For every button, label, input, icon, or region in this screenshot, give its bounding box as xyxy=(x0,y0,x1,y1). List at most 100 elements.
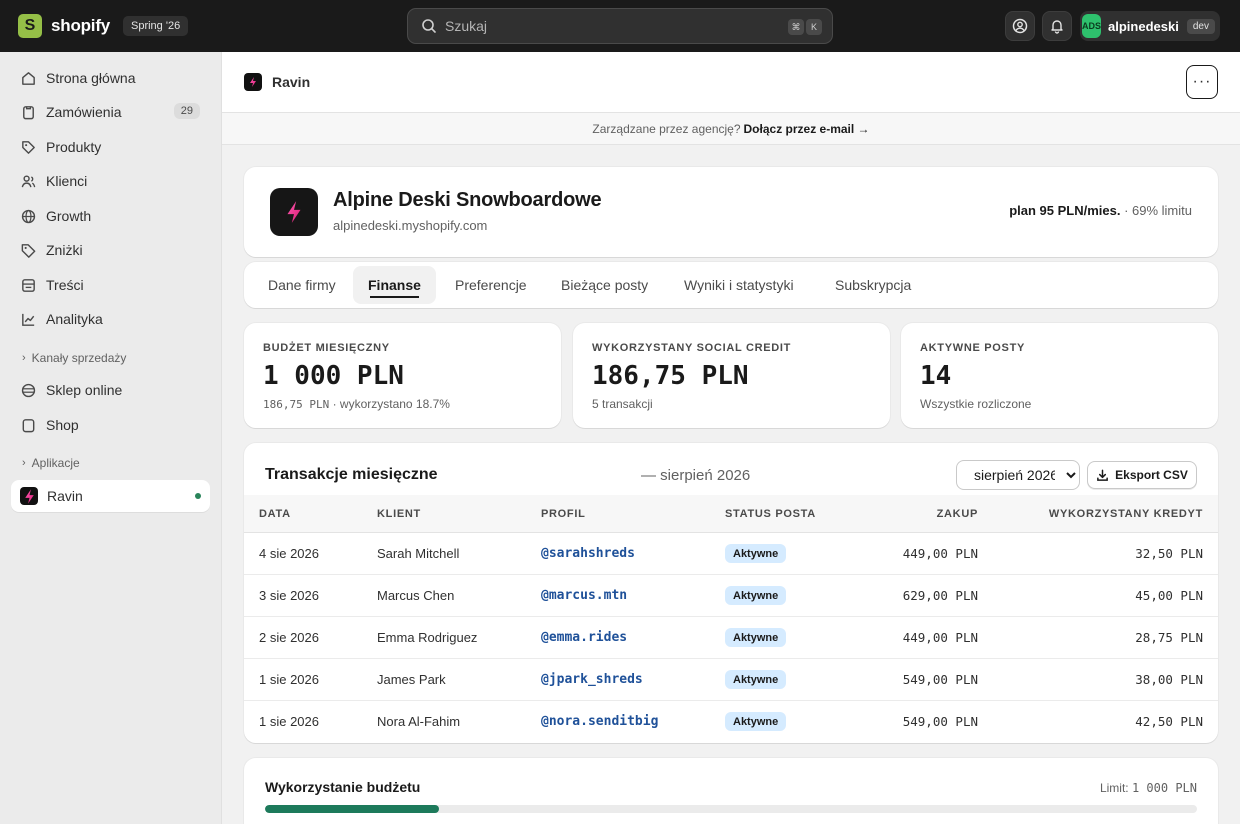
stat-sub-text: · wykorzystano 18.7% xyxy=(332,397,450,411)
cell-date: 1 sie 2026 xyxy=(259,714,319,729)
cell-purchase: 549,00 PLN xyxy=(902,672,978,687)
column-header-date[interactable]: DATA xyxy=(259,508,291,520)
person-icon xyxy=(21,175,36,187)
sidebar-item-label: Klienci xyxy=(46,173,88,189)
command-key-hint: ⌘ xyxy=(788,19,804,35)
sidebar-item-products[interactable]: Produkty xyxy=(11,131,210,163)
cell-client: Emma Rodriguez xyxy=(377,630,478,645)
table-row[interactable]: 3 sie 2026 Marcus Chen @marcus.mtn Aktywne 6… xyxy=(244,575,1218,617)
tab-label: Finanse xyxy=(368,277,421,293)
shopify-logo[interactable]: S shopify xyxy=(18,14,110,38)
tab-subscription[interactable]: Subskrypcja xyxy=(820,266,926,304)
cell-purchase: 449,00 PLN xyxy=(902,630,978,645)
transactions-title: Transakcje miesięczne xyxy=(265,466,438,483)
globe-icon xyxy=(21,209,36,223)
sidebar-item-content[interactable]: Treści xyxy=(11,269,210,301)
cell-purchase: 549,00 PLN xyxy=(902,714,978,729)
home-icon xyxy=(22,71,35,85)
sales-channels-section[interactable]: › Kanały sprzedaży xyxy=(22,351,126,365)
sidebar-item-shop[interactable]: Shop xyxy=(11,409,210,441)
plan-limit: · 69% limitu xyxy=(1124,203,1192,218)
ellipsis-icon: ··· xyxy=(1192,73,1212,90)
sidebar-item-analytics[interactable]: Analityka xyxy=(11,303,210,335)
column-header-client[interactable]: KLIENT xyxy=(377,508,421,520)
store-switcher[interactable]: ADS alpinedeski dev xyxy=(1080,11,1220,41)
transactions-period: — sierpień 2026 xyxy=(641,467,751,484)
cell-date: 2 sie 2026 xyxy=(259,630,319,645)
tabs-bar: Dane firmy Finanse Preferencje Bieżące p… xyxy=(244,262,1218,308)
tab-company-data[interactable]: Dane firmy xyxy=(253,266,351,304)
column-header-profile[interactable]: PROFIL xyxy=(541,508,586,520)
sidebar-item-growth[interactable]: Growth xyxy=(11,200,210,232)
more-actions-button[interactable]: ··· xyxy=(1186,65,1218,99)
column-header-status[interactable]: STATUS POSTA xyxy=(725,508,816,520)
agency-join-link[interactable]: Dołącz przez e-mail → xyxy=(744,122,870,136)
shopify-bag-icon: S xyxy=(18,14,42,38)
cell-profile-link[interactable]: @jpark_shreds xyxy=(541,672,643,687)
cell-credit: 28,75 PLN xyxy=(1135,630,1203,645)
ravin-logo-icon xyxy=(270,188,318,236)
month-select[interactable]: sierpień 2026 xyxy=(956,460,1080,490)
tab-label: Subskrypcja xyxy=(835,277,912,293)
chart-icon xyxy=(22,313,35,326)
chevron-right-icon: › xyxy=(22,352,26,364)
cell-profile-link[interactable]: @marcus.mtn xyxy=(541,588,627,603)
stat-label: AKTYWNE POSTY xyxy=(920,342,1026,354)
main-content: Ravin ··· Zarządzane przez agencję? Dołą… xyxy=(222,52,1240,824)
tab-preferences[interactable]: Preferencje xyxy=(440,266,542,304)
sidebar-item-label: Sklep online xyxy=(46,382,123,398)
table-row[interactable]: 4 sie 2026 Sarah Mitchell @sarahshreds Akty… xyxy=(244,533,1218,575)
cell-profile-link[interactable]: @emma.rides xyxy=(541,630,627,645)
cell-date: 4 sie 2026 xyxy=(259,546,319,561)
ravin-icon xyxy=(20,487,38,505)
cell-purchase: 629,00 PLN xyxy=(902,588,978,603)
apps-label: Aplikacje xyxy=(31,456,80,470)
sidebar-item-online-store[interactable]: Sklep online xyxy=(11,374,210,406)
stat-card-monthly-budget: BUDŻET MIESIĘCZNY 1 000 PLN 186,75 PLN ·… xyxy=(244,323,561,428)
cell-profile-link[interactable]: @sarahshreds xyxy=(541,546,635,561)
search-bar[interactable]: ⌘ K xyxy=(407,8,833,44)
cell-credit: 32,50 PLN xyxy=(1135,546,1203,561)
tab-results-stats[interactable]: Wyniki i statystyki xyxy=(669,266,809,304)
search-input[interactable] xyxy=(445,18,745,34)
table-row[interactable]: 2 sie 2026 Emma Rodriguez @emma.rides Aktyw… xyxy=(244,617,1218,659)
app-title-group: Ravin xyxy=(244,73,310,91)
plan-info: plan 95 PLN/mies. · 69% limitu xyxy=(1009,203,1192,218)
account-button[interactable] xyxy=(1005,11,1035,41)
table-row[interactable]: 1 sie 2026 James Park @jpark_shreds Aktywne… xyxy=(244,659,1218,701)
column-header-credit[interactable]: WYKORZYSTANY KREDYT xyxy=(1049,508,1203,520)
sidebar-item-label: Zniżki xyxy=(46,242,83,258)
tab-label: Wyniki i statystyki xyxy=(684,277,794,293)
cell-date: 3 sie 2026 xyxy=(259,588,319,603)
column-header-purchase[interactable]: ZAKUP xyxy=(937,508,978,520)
tab-finances[interactable]: Finanse xyxy=(353,266,436,304)
tab-current-posts[interactable]: Bieżące posty xyxy=(546,266,663,304)
shop-profile-card: Alpine Deski Snowboardowe alpinedeski.my… xyxy=(244,167,1218,257)
notifications-button[interactable] xyxy=(1042,11,1072,41)
tag-icon xyxy=(22,140,35,154)
agency-banner: Zarządzane przez agencję? Dołącz przez e… xyxy=(222,113,1240,145)
sidebar-item-home[interactable]: Strona główna xyxy=(11,62,210,94)
status-badge: Aktywne xyxy=(725,586,787,605)
active-tab-underline xyxy=(370,296,419,298)
sidebar-item-ravin[interactable]: Ravin xyxy=(11,480,210,512)
sidebar-item-customers[interactable]: Klienci xyxy=(11,165,210,197)
sidebar-item-label: Growth xyxy=(46,208,92,224)
apps-section[interactable]: › Aplikacje xyxy=(22,456,80,470)
status-badge: Aktywne xyxy=(725,712,787,731)
edition-badge[interactable]: Spring '26 xyxy=(123,16,189,36)
sidebar-item-discounts[interactable]: Zniżki xyxy=(11,234,210,266)
sidebar-item-orders[interactable]: Zamówienia 29 xyxy=(11,96,210,128)
stat-label: WYKORZYSTANY SOCIAL CREDIT xyxy=(592,342,792,354)
orders-icon xyxy=(23,105,34,119)
tab-label: Bieżące posty xyxy=(561,277,649,293)
cell-purchase: 449,00 PLN xyxy=(902,546,978,561)
export-csv-button[interactable]: Eksport CSV xyxy=(1087,461,1197,489)
stat-card-active-posts: AKTYWNE POSTY 14 Wszystkie rozliczone xyxy=(901,323,1218,428)
plan-price: plan 95 PLN/mies. xyxy=(1009,203,1121,218)
cell-profile-link[interactable]: @nora.senditbig xyxy=(541,714,658,729)
sidebar-item-label: Treści xyxy=(46,277,84,293)
table-row[interactable]: 1 sie 2026 Nora Al-Fahim @nora.senditbig Ak… xyxy=(244,701,1218,743)
sidebar-item-label: Ravin xyxy=(47,488,83,504)
sidebar-item-label: Strona główna xyxy=(46,70,136,86)
